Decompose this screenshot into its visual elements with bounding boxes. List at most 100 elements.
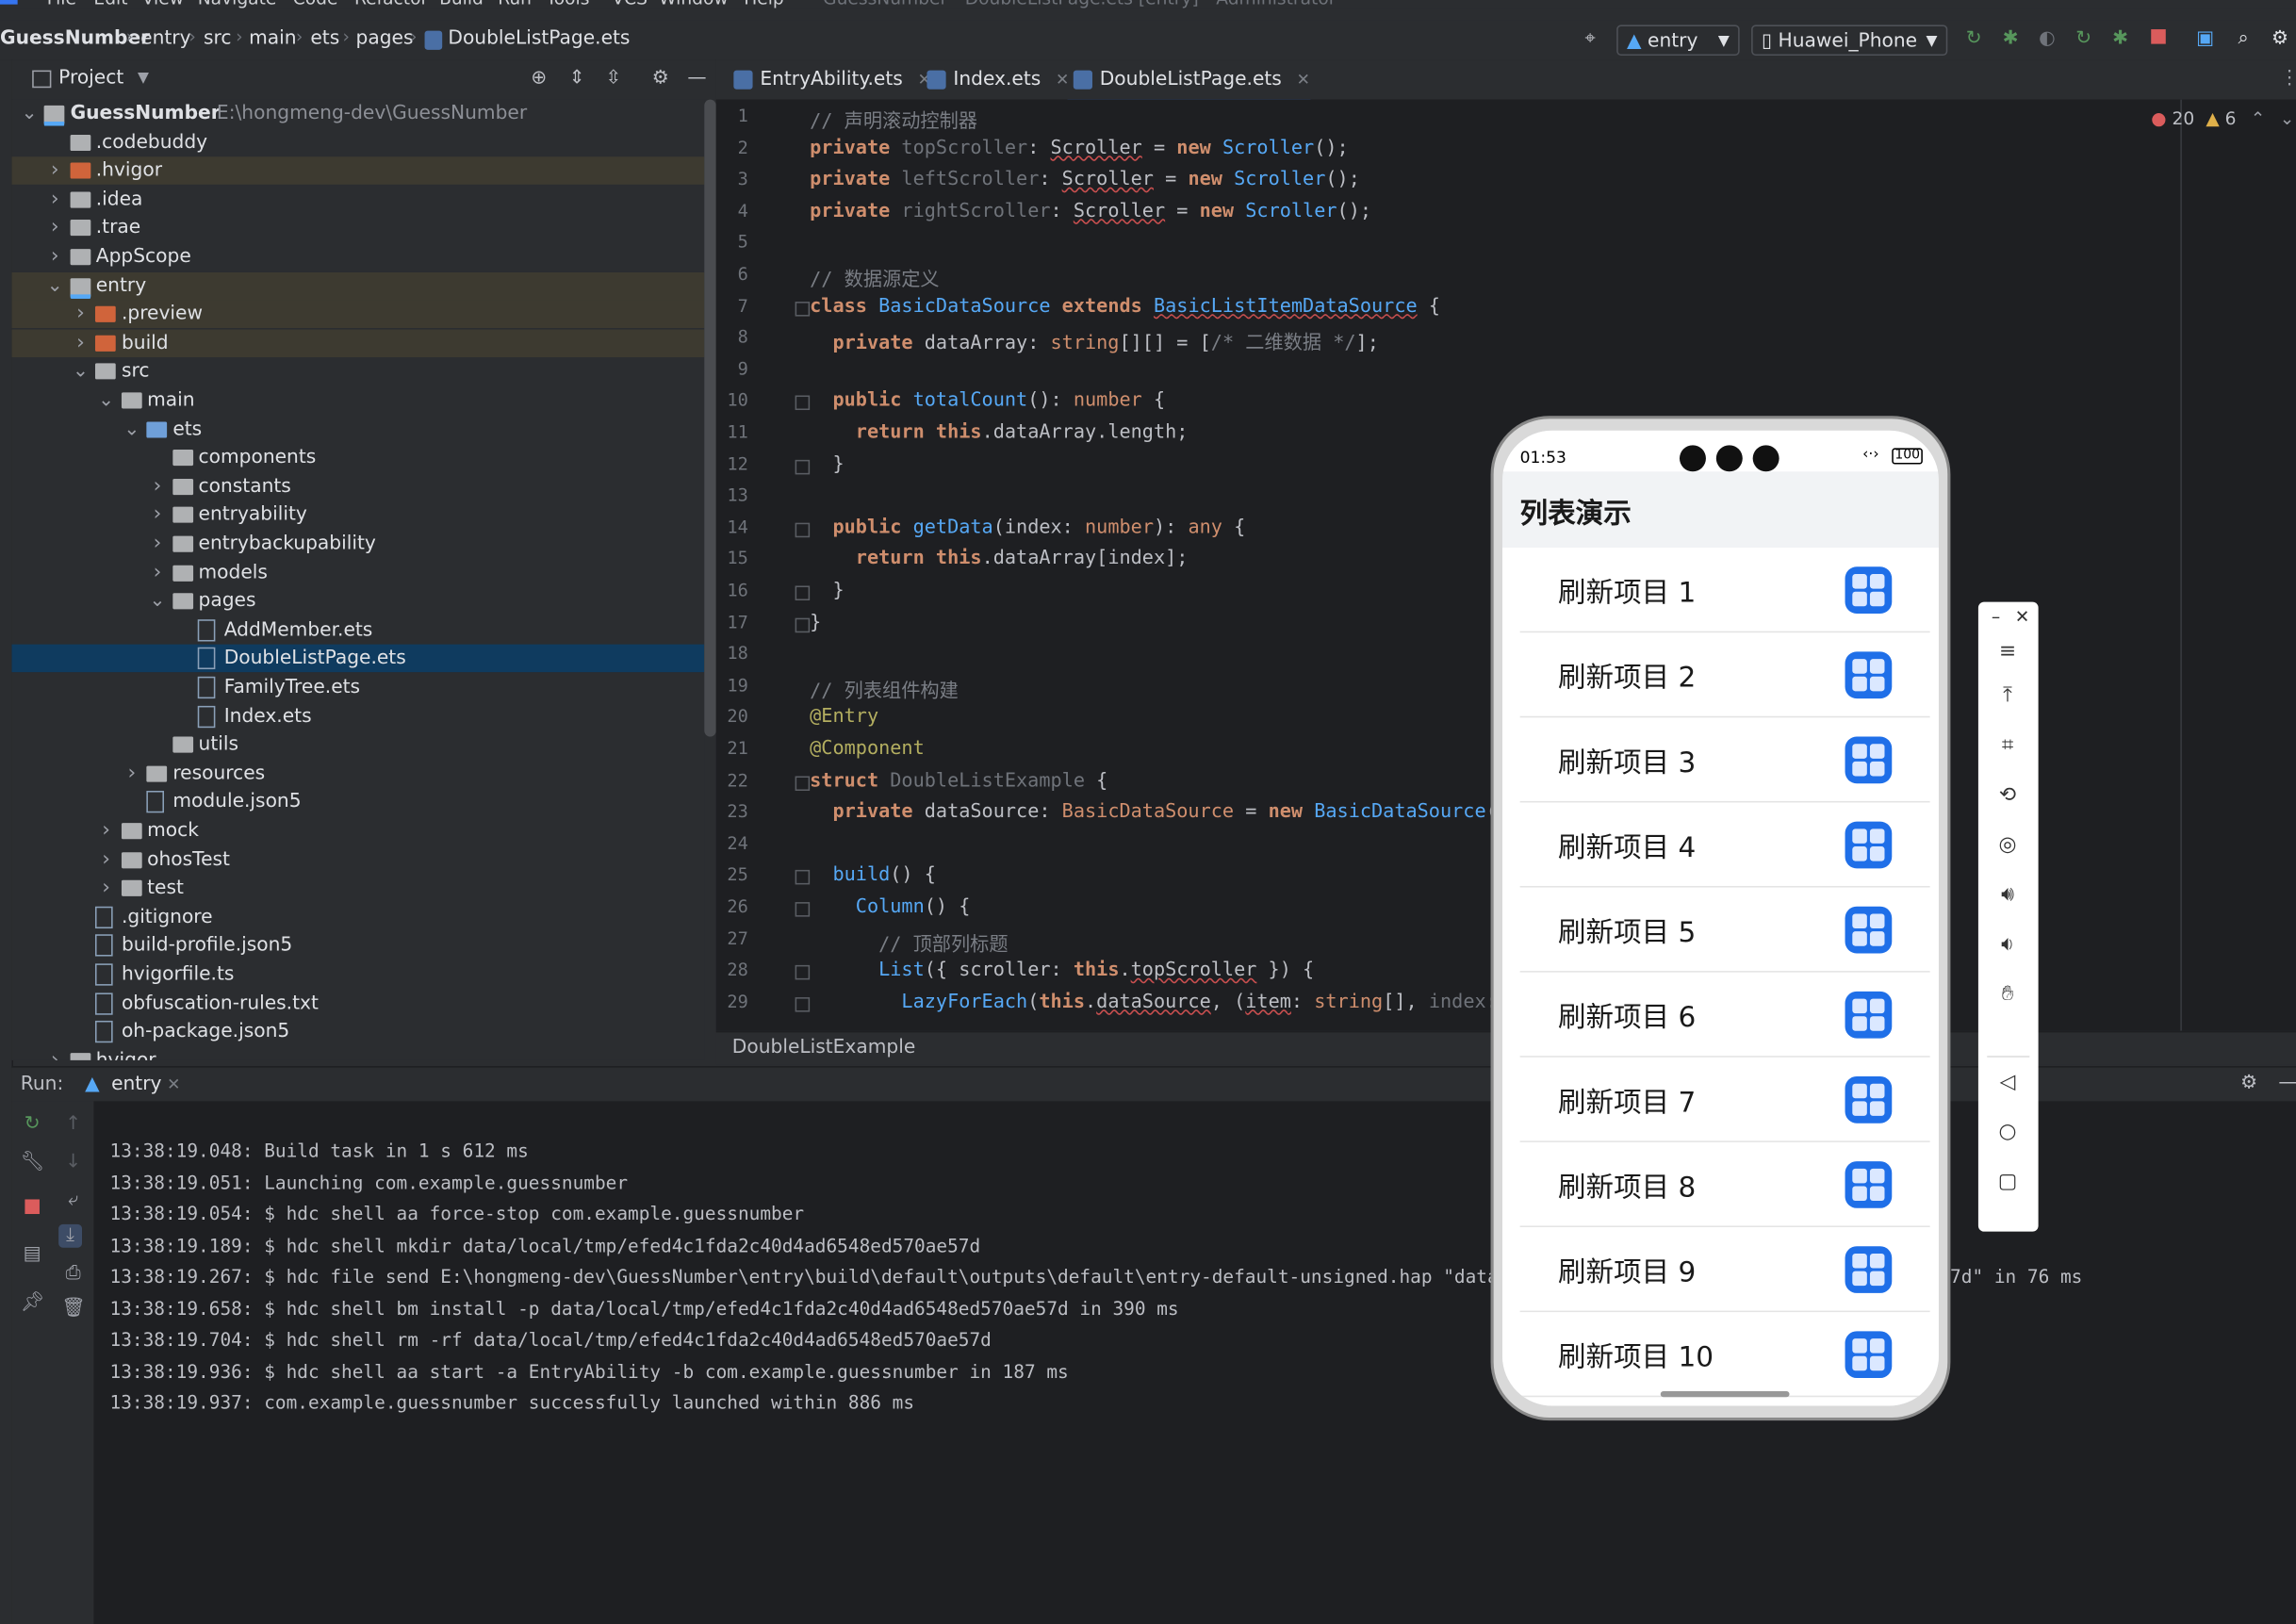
home-icon[interactable]: ○ bbox=[1993, 1117, 2022, 1146]
fold-marker-icon[interactable] bbox=[795, 522, 811, 537]
breadcrumb-entry[interactable]: entry bbox=[140, 28, 190, 50]
tab-doublelistpage[interactable]: DoubleListPage.ets ✕ bbox=[1067, 60, 1310, 103]
list-item[interactable]: 刷新项目 3 bbox=[1519, 717, 1930, 803]
code-line[interactable]: // 声明滚动控制器 bbox=[810, 106, 977, 133]
fold-marker-icon[interactable] bbox=[795, 396, 811, 411]
tree-item[interactable]: obfuscation-rules.txt bbox=[11, 990, 704, 1018]
list-item[interactable]: 刷新项目 6 bbox=[1519, 973, 1930, 1058]
fold-marker-icon[interactable] bbox=[795, 965, 811, 980]
gear-icon[interactable]: ⚙ bbox=[648, 67, 672, 90]
code-line[interactable]: } bbox=[810, 612, 821, 633]
code-line[interactable]: // 顶部列标题 bbox=[810, 927, 1008, 956]
code-line[interactable]: Column() { bbox=[810, 896, 971, 918]
chevron-down-icon[interactable]: ⌄ bbox=[46, 271, 64, 300]
tree-item[interactable]: hvigorfile.ts bbox=[11, 960, 704, 989]
crop-icon[interactable]: ⌗ bbox=[1993, 730, 2022, 760]
expand-all-icon[interactable]: ⇕ bbox=[566, 67, 589, 90]
debug-icon[interactable]: ✱ bbox=[1999, 28, 2023, 52]
fold-marker-icon[interactable] bbox=[795, 775, 811, 791]
tab-index[interactable]: Index.ets ✕ bbox=[921, 60, 1069, 100]
tree-item[interactable]: › entryability bbox=[11, 501, 704, 530]
code-line[interactable]: return this.dataArray.length; bbox=[810, 421, 1189, 443]
tree-item[interactable]: › ohosTest bbox=[11, 845, 704, 874]
rerun-icon[interactable]: ↻ bbox=[1962, 28, 1986, 52]
tree-item[interactable]: components bbox=[11, 444, 704, 472]
menu-run[interactable]: Run bbox=[498, 0, 532, 8]
tree-item[interactable]: › .idea bbox=[11, 186, 704, 214]
chevron-right-icon[interactable]: › bbox=[149, 501, 167, 530]
stop-icon[interactable] bbox=[2147, 28, 2171, 52]
chevron-right-icon[interactable]: › bbox=[46, 157, 64, 186]
hide-panel-icon[interactable]: — bbox=[2278, 1072, 2296, 1093]
chevron-right-icon[interactable]: › bbox=[149, 530, 167, 558]
menu-navigate[interactable]: Navigate bbox=[198, 0, 277, 8]
code-line[interactable]: private leftScroller: Scroller = new Scr… bbox=[810, 169, 1360, 190]
breadcrumb-src[interactable]: src bbox=[204, 28, 231, 50]
menu-help[interactable]: Help bbox=[744, 0, 784, 8]
run-tab-entry[interactable]: entry bbox=[111, 1074, 161, 1095]
tree-item[interactable]: .codebuddy bbox=[11, 128, 704, 156]
chevron-right-icon[interactable]: › bbox=[97, 875, 115, 903]
tree-item[interactable]: DoubleListPage.ets bbox=[11, 645, 705, 673]
gear-icon[interactable]: ⚙ bbox=[2240, 1072, 2257, 1093]
fold-marker-icon[interactable] bbox=[795, 902, 811, 917]
code-line[interactable]: @Entry bbox=[810, 706, 878, 728]
attach-debugger-icon[interactable]: ✱ bbox=[2108, 28, 2132, 52]
close-icon[interactable]: ✕ bbox=[1297, 71, 1310, 90]
rotate-icon[interactable]: ⟲ bbox=[1993, 780, 2022, 810]
chevron-down-icon[interactable]: ⌄ bbox=[97, 386, 115, 415]
tree-item[interactable]: ⌄ pages bbox=[11, 587, 704, 615]
chevron-down-icon[interactable]: ⌄ bbox=[72, 358, 90, 386]
tree-item[interactable]: .gitignore bbox=[11, 903, 704, 931]
stop-icon[interactable] bbox=[21, 1198, 44, 1222]
fold-marker-icon[interactable] bbox=[795, 870, 811, 886]
menu-tools[interactable]: Tools bbox=[546, 0, 589, 8]
chevron-right-icon[interactable]: › bbox=[97, 845, 115, 874]
code-line[interactable]: public getData(index: number): any { bbox=[810, 517, 1245, 538]
chevron-right-icon[interactable]: › bbox=[46, 1047, 64, 1060]
collapse-all-icon[interactable]: ⇳ bbox=[602, 67, 626, 90]
breadcrumb-ets[interactable]: ets bbox=[310, 28, 339, 50]
menu-view[interactable]: View bbox=[142, 0, 184, 8]
fold-marker-icon[interactable] bbox=[795, 459, 811, 474]
code-line[interactable]: // 列表组件构建 bbox=[810, 675, 959, 702]
layout-icon[interactable]: ▤ bbox=[21, 1243, 44, 1267]
home-indicator[interactable] bbox=[1660, 1391, 1790, 1398]
apply-changes-icon[interactable]: ↻ bbox=[2072, 28, 2095, 52]
arrow-up-icon[interactable]: ↑ bbox=[61, 1113, 85, 1137]
code-line[interactable]: // 数据源定义 bbox=[810, 264, 939, 291]
list-item[interactable]: 刷新项目 5 bbox=[1519, 888, 1930, 973]
list-item[interactable]: 刷新项目 9 bbox=[1519, 1227, 1930, 1313]
hide-panel-icon[interactable]: — bbox=[685, 67, 709, 90]
refresh-list[interactable]: 刷新项目 1 刷新项目 2 刷新项目 3 刷新项目 4 刷新项目 5 刷新项目 6 刷新项目… bbox=[1501, 548, 1939, 1406]
inspection-summary[interactable]: ● 20 ▲ 6 ⌃ ⌄ bbox=[2151, 108, 2294, 129]
tree-item[interactable]: ⌄ GuessNumber E:\hongmeng-dev\GuessNumber bbox=[11, 100, 704, 128]
chevron-down-icon[interactable]: ⌄ bbox=[2280, 108, 2295, 129]
chevron-down-icon[interactable]: ⌄ bbox=[21, 100, 39, 128]
tree-item[interactable]: build-profile.json5 bbox=[11, 932, 704, 960]
tree-item[interactable]: › .trae bbox=[11, 214, 704, 242]
chevron-right-icon[interactable]: › bbox=[72, 329, 90, 357]
tree-item[interactable]: › entrybackupability bbox=[11, 530, 704, 558]
chevron-down-icon[interactable]: ▼ bbox=[138, 71, 149, 87]
list-item[interactable]: 刷新项目 8 bbox=[1519, 1142, 1930, 1228]
volume-down-icon[interactable]: 🔉︎ bbox=[1993, 930, 2022, 960]
rerun-icon[interactable]: ↻ bbox=[21, 1113, 44, 1137]
chevron-up-icon[interactable]: ⌃ bbox=[2251, 108, 2266, 129]
tree-item[interactable]: › mock bbox=[11, 817, 704, 845]
menu-file[interactable]: File bbox=[47, 0, 76, 8]
list-item[interactable]: 刷新项目 4 bbox=[1519, 802, 1930, 888]
screenshot-icon[interactable]: ✋︎ bbox=[1993, 979, 2022, 1009]
code-line[interactable]: private rightScroller: Scroller = new Sc… bbox=[810, 201, 1371, 222]
list-item[interactable]: 刷新项目 1 bbox=[1519, 548, 1930, 633]
tree-item[interactable]: › .hvigor bbox=[11, 156, 705, 186]
location-icon[interactable]: ◎ bbox=[1993, 830, 2022, 860]
code-line[interactable]: List({ scroller: this.topScroller }) { bbox=[810, 960, 1314, 981]
tree-item[interactable]: › models bbox=[11, 559, 704, 587]
code-line[interactable]: LazyForEach(this.dataSource, (item: stri… bbox=[810, 992, 1497, 1013]
tab-entryability[interactable]: EntryAbility.ets ✕ bbox=[728, 60, 931, 100]
search-icon[interactable]: ⌕ bbox=[2232, 28, 2255, 52]
project-scrollbar[interactable] bbox=[704, 99, 716, 737]
code-line[interactable]: public totalCount(): number { bbox=[810, 390, 1165, 412]
tree-item[interactable]: › hvigor bbox=[11, 1047, 704, 1060]
